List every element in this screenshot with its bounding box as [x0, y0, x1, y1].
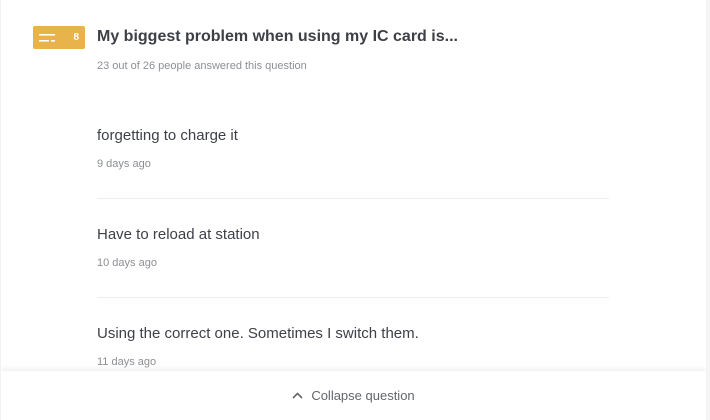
text-answer-icon [39, 33, 57, 43]
answer-date: 11 days ago [97, 356, 157, 368]
answer-text: Have to reload at station [97, 226, 260, 243]
question-title: My biggest problem when using my IC card… [97, 28, 458, 45]
question-response-count: 23 out of 26 people answered this questi… [97, 60, 307, 72]
answer-date: 9 days ago [97, 158, 151, 170]
badge-count: 8 [73, 31, 79, 43]
question-type-badge: 8 [33, 26, 85, 49]
answer-date: 10 days ago [97, 257, 157, 269]
chevron-up-icon [292, 392, 311, 399]
answer-divider [97, 297, 609, 298]
collapse-question-label: Collapse question [311, 388, 415, 403]
answer-divider [97, 198, 609, 199]
answer-text: Using the correct one. Sometimes I switc… [97, 325, 419, 342]
answer-text: forgetting to charge it [97, 127, 238, 144]
question-card: 8 My biggest problem when using my IC ca… [1, 0, 706, 420]
collapse-question-button[interactable]: Collapse question [1, 371, 706, 420]
